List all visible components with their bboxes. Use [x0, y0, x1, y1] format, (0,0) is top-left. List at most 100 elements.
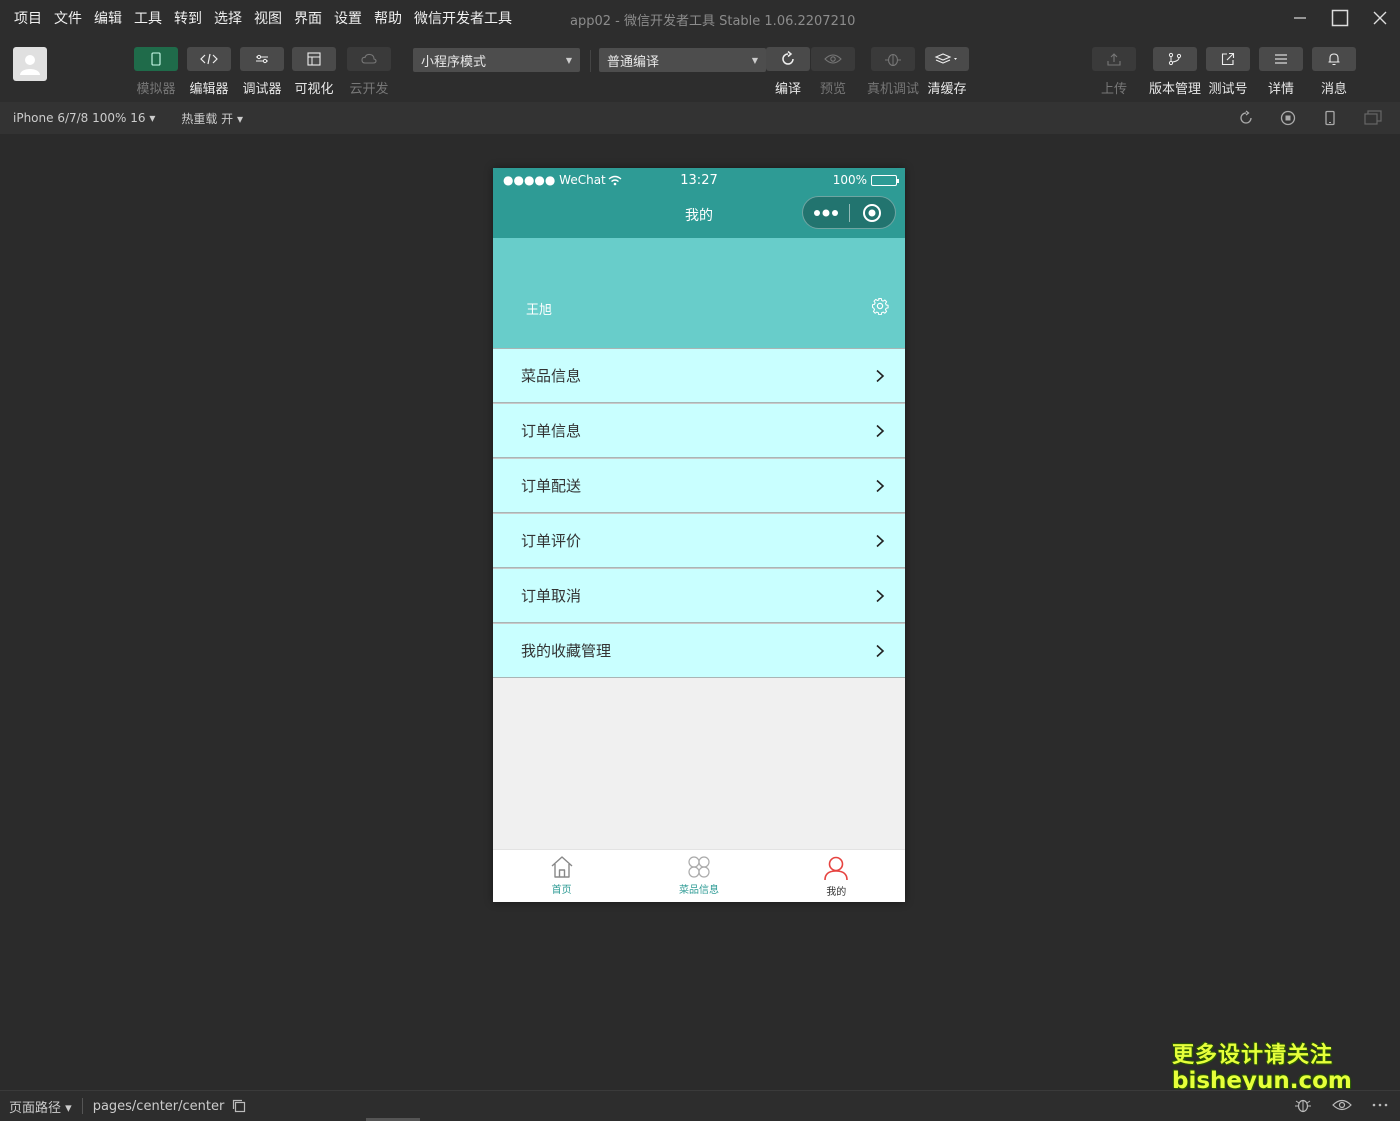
toolbar: 模拟器 编辑器 调试器 可视化 云开发 小程序模式 ▼ 普通编译 ▼ 编译 预览 真机调试清… — [0, 36, 1400, 102]
caret-down-icon: ▼ — [751, 55, 758, 65]
center-menu-list: 菜品信息订单信息订单配送 订单评价 订单取消 我的收藏管理 — [493, 348, 905, 678]
external-link-icon — [1221, 52, 1235, 66]
menu-item[interactable]: 界面 — [288, 8, 328, 28]
detach-window-icon[interactable] — [1364, 110, 1382, 126]
more-horizontal-icon[interactable] — [1372, 1103, 1388, 1107]
branch-icon — [1168, 52, 1182, 66]
chevron-right-icon — [875, 424, 885, 438]
refresh-icon — [780, 51, 796, 67]
menu-icon — [1274, 53, 1288, 65]
tab-bar: 首页 菜品信息 我的 — [493, 849, 905, 902]
chevron-right-icon — [875, 479, 885, 493]
menu-list-item[interactable]: 我的收藏管理 — [493, 623, 905, 678]
phone-icon — [150, 52, 162, 66]
menu-list-item[interactable]: 订单配送 — [493, 458, 905, 513]
rotate-icon[interactable] — [1238, 110, 1254, 126]
toolbar-label: 编译 — [774, 82, 801, 97]
layout-icon — [307, 52, 321, 66]
toolbar-layout-button[interactable]: 可视化 — [292, 47, 336, 97]
close-button[interactable] — [1360, 0, 1400, 36]
toolbar-external-link-button[interactable]: 测试号 — [1206, 47, 1250, 97]
more-button[interactable] — [803, 197, 849, 228]
code-icon — [200, 53, 218, 65]
menu-item[interactable]: 视图 — [248, 8, 288, 28]
home-icon — [549, 855, 575, 879]
toolbar-label: 可视化 — [294, 82, 334, 97]
bug-icon — [884, 51, 902, 67]
compile-select-value: 普通编译 — [607, 54, 660, 70]
toolbar-upload-button[interactable]: 上传 — [1092, 47, 1136, 97]
mode-select[interactable]: 小程序模式 ▼ — [413, 48, 580, 72]
minimize-icon — [1294, 17, 1306, 19]
toolbar-menu-button[interactable]: 详情 — [1259, 47, 1303, 97]
menu-bar: 项目 文件 编辑 工具 转到 选择 视图 界面 设置 帮助 微信开发者工具 app02 - 微信开发… — [0, 0, 1400, 36]
menu-item[interactable]: 微信开发者工具 — [408, 8, 518, 28]
toolbar-refresh-button[interactable]: 编译 — [766, 47, 810, 97]
bug-icon[interactable] — [1294, 1097, 1312, 1113]
grid-icon — [686, 855, 712, 879]
username: 王旭 — [526, 303, 553, 318]
toolbar-bug-button[interactable]: 真机调试 — [867, 47, 919, 97]
user-icon — [823, 855, 849, 881]
menu-item[interactable]: 编辑 — [88, 8, 128, 28]
tab-label: 菜品信息 — [678, 885, 719, 896]
hot-reload-label: 热重载 开 — [181, 111, 234, 126]
menu-list-item[interactable]: 订单取消 — [493, 568, 905, 623]
toolbar-label: 调试器 — [242, 82, 282, 97]
watermark: 更多设计请关注 bisheyun.com — [1172, 1043, 1352, 1095]
menu-item[interactable]: 帮助 — [368, 8, 408, 28]
page-path-select[interactable]: 页面路径 ▾ — [9, 1097, 72, 1116]
menu-item[interactable]: 设置 — [328, 8, 368, 28]
menu-item[interactable]: 选择 — [208, 8, 248, 28]
toolbar-label: 测试号 — [1208, 82, 1248, 97]
phone-nav-bar: 我的 — [493, 192, 905, 238]
toolbar-label: 详情 — [1267, 82, 1294, 97]
avatar[interactable] — [13, 47, 47, 81]
minimize-button[interactable] — [1280, 0, 1320, 36]
target-close-icon — [863, 203, 882, 222]
eye-icon — [824, 53, 842, 65]
toolbar-code-button[interactable]: 编辑器 — [187, 47, 231, 97]
toolbar-label: 消息 — [1320, 82, 1347, 97]
status-time: 13:27 — [680, 172, 718, 188]
menu-list-item[interactable]: 订单评价 — [493, 513, 905, 568]
device-label: iPhone 6/7/8 100% 16 — [13, 111, 146, 125]
toolbar-phone-button[interactable]: 模拟器 — [134, 47, 178, 97]
device-select[interactable]: iPhone 6/7/8 100% 16 ▾ — [13, 111, 155, 125]
device-icon[interactable] — [1322, 110, 1338, 126]
page-path-value: pages/center/center — [92, 1098, 225, 1114]
toolbar-branch-button[interactable]: 版本管理 — [1149, 47, 1201, 97]
toolbar-label: 真机调试 — [867, 82, 920, 97]
maximize-button[interactable] — [1320, 0, 1360, 36]
menu-item[interactable]: 文件 — [48, 8, 88, 28]
toolbar-cloud-button[interactable]: 云开发 — [347, 47, 391, 97]
hot-reload-toggle[interactable]: 热重载 开 ▾ — [181, 110, 243, 127]
eye-icon[interactable] — [1332, 1098, 1352, 1112]
menu-item[interactable]: 工具 — [128, 8, 168, 28]
capsule-menu — [802, 196, 896, 229]
menu-list-item[interactable]: 菜品信息 — [493, 348, 905, 403]
toolbar-bell-button[interactable]: 消息 — [1312, 47, 1356, 97]
compile-select[interactable]: 普通编译 ▼ — [599, 48, 766, 72]
toolbar-eye-button[interactable]: 预览 — [811, 47, 855, 97]
menu-item[interactable]: 项目 — [8, 8, 48, 28]
toolbar-layers-button[interactable]: 清缓存 — [925, 47, 969, 97]
tab-label: 首页 — [551, 885, 572, 896]
toolbar-label: 模拟器 — [136, 82, 176, 97]
copy-icon[interactable] — [232, 1099, 246, 1113]
exit-miniprogram-button[interactable] — [850, 197, 896, 228]
stop-icon[interactable] — [1280, 110, 1296, 126]
menu-list-label: 订单信息 — [521, 422, 582, 440]
sliders-icon — [255, 53, 269, 65]
tab-home[interactable]: 首页 — [493, 850, 630, 902]
settings-gear-icon[interactable] — [871, 297, 889, 315]
menu-item[interactable]: 转到 — [168, 8, 208, 28]
tab-user[interactable]: 我的 — [768, 850, 905, 902]
menu-list-item[interactable]: 订单信息 — [493, 403, 905, 458]
profile-header: 王旭 — [493, 238, 905, 348]
toolbar-label: 预览 — [819, 82, 846, 97]
upload-icon — [1107, 52, 1121, 66]
tab-label: 我的 — [826, 887, 847, 898]
toolbar-sliders-button[interactable]: 调试器 — [240, 47, 284, 97]
tab-grid[interactable]: 菜品信息 — [630, 850, 767, 902]
